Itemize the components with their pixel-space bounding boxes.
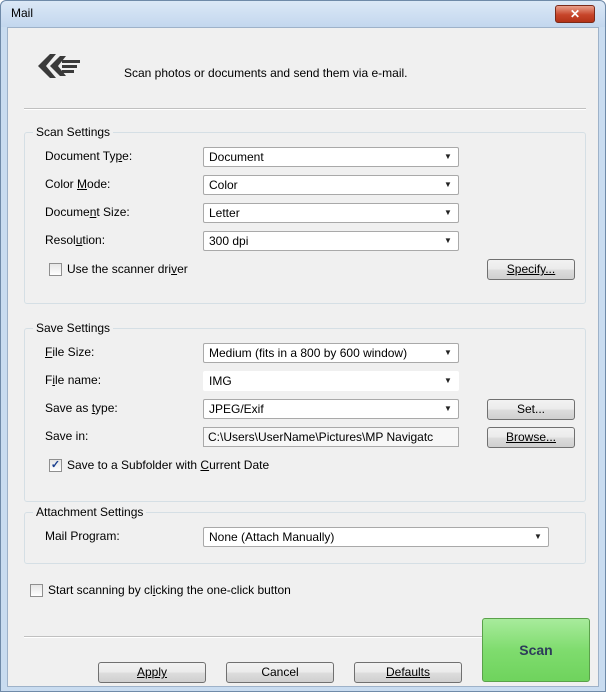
scan-label: Scan (519, 642, 553, 658)
mail-program-label: Mail Program: (45, 529, 120, 543)
scan-settings-group: Scan Settings Document Type: Document ▼ … (24, 125, 586, 304)
document-type-select[interactable]: Document ▼ (203, 147, 459, 167)
save-as-type-select[interactable]: JPEG/Exif ▼ (203, 399, 459, 419)
document-type-value: Document (209, 150, 264, 164)
cancel-button[interactable]: Cancel (226, 662, 334, 683)
subfolder-checkbox[interactable]: ✓ (49, 459, 62, 472)
resolution-select[interactable]: 300 dpi ▼ (203, 231, 459, 251)
scan-settings-label: Scan Settings (33, 125, 114, 139)
use-scanner-driver-label[interactable]: Use the scanner driver (67, 262, 188, 276)
one-click-checkbox[interactable] (30, 584, 43, 597)
document-size-value: Letter (209, 206, 240, 220)
document-size-select[interactable]: Letter ▼ (203, 203, 459, 223)
save-as-type-label: Save as type: (45, 401, 118, 415)
set-button[interactable]: Set... (487, 399, 575, 420)
chevron-down-icon: ▼ (444, 236, 452, 245)
cancel-label: Cancel (261, 665, 299, 679)
title-bar: Mail ✕ (1, 1, 605, 27)
save-in-value: C:\Users\UserName\Pictures\MP Navigatc (208, 430, 434, 444)
chevron-down-icon: ▼ (444, 152, 452, 161)
color-mode-select[interactable]: Color ▼ (203, 175, 459, 195)
save-in-label: Save in: (45, 429, 89, 443)
browse-button[interactable]: Browse... (487, 427, 575, 448)
header-description: Scan photos or documents and send them v… (124, 66, 408, 80)
attachment-settings-label: Attachment Settings (33, 505, 147, 519)
browse-label: Browse... (505, 430, 556, 444)
chevron-down-icon: ▼ (444, 348, 452, 357)
chevron-down-icon: ▼ (444, 404, 452, 413)
dialog-body: Scan photos or documents and send them v… (7, 27, 599, 687)
header-divider (24, 108, 586, 110)
file-name-value: IMG (209, 374, 232, 388)
apply-button[interactable]: Apply (98, 662, 206, 683)
window-title: Mail (11, 6, 34, 20)
file-size-value: Medium (fits in a 800 by 600 window) (209, 346, 408, 360)
defaults-label: Defaults (385, 665, 431, 679)
file-name-label: File name: (45, 373, 102, 387)
mail-dialog: Mail ✕ Scan photos or documents and send… (0, 0, 606, 692)
save-settings-group: Save Settings File Size: Medium (fits in… (24, 321, 586, 502)
chevron-down-icon: ▼ (444, 208, 452, 217)
mail-program-select[interactable]: None (Attach Manually) ▼ (203, 527, 549, 547)
chevron-down-icon: ▼ (444, 180, 452, 189)
mail-scan-icon (38, 54, 80, 78)
save-as-type-value: JPEG/Exif (209, 402, 264, 416)
save-in-field[interactable]: C:\Users\UserName\Pictures\MP Navigatc (203, 427, 459, 447)
scan-button[interactable]: Scan (482, 618, 590, 682)
set-label: Set... (516, 402, 545, 416)
resolution-value: 300 dpi (209, 234, 249, 248)
defaults-button[interactable]: Defaults (354, 662, 462, 683)
specify-button[interactable]: Specify... (487, 259, 575, 280)
document-type-label: Document Type: (45, 149, 133, 163)
file-size-label: File Size: (45, 345, 95, 359)
mail-program-value: None (Attach Manually) (209, 530, 335, 544)
apply-label: Apply (136, 665, 168, 679)
close-button[interactable]: ✕ (555, 5, 595, 23)
use-scanner-driver-checkbox[interactable] (49, 263, 62, 276)
close-icon: ✕ (569, 7, 581, 21)
file-name-combo[interactable]: IMG ▼ (203, 371, 459, 391)
resolution-label: Resolution: (45, 233, 106, 247)
color-mode-label: Color Mode: (45, 177, 111, 191)
attachment-settings-group: Attachment Settings Mail Program: None (… (24, 505, 586, 564)
one-click-label[interactable]: Start scanning by clicking the one-click… (48, 583, 291, 597)
color-mode-value: Color (209, 178, 238, 192)
file-size-select[interactable]: Medium (fits in a 800 by 600 window) ▼ (203, 343, 459, 363)
chevron-down-icon: ▼ (444, 376, 452, 385)
subfolder-label[interactable]: Save to a Subfolder with Current Date (67, 458, 269, 472)
document-size-label: Document Size: (45, 205, 130, 219)
save-settings-label: Save Settings (33, 321, 114, 335)
specify-label: Specify... (506, 262, 556, 276)
chevron-down-icon: ▼ (534, 532, 542, 541)
